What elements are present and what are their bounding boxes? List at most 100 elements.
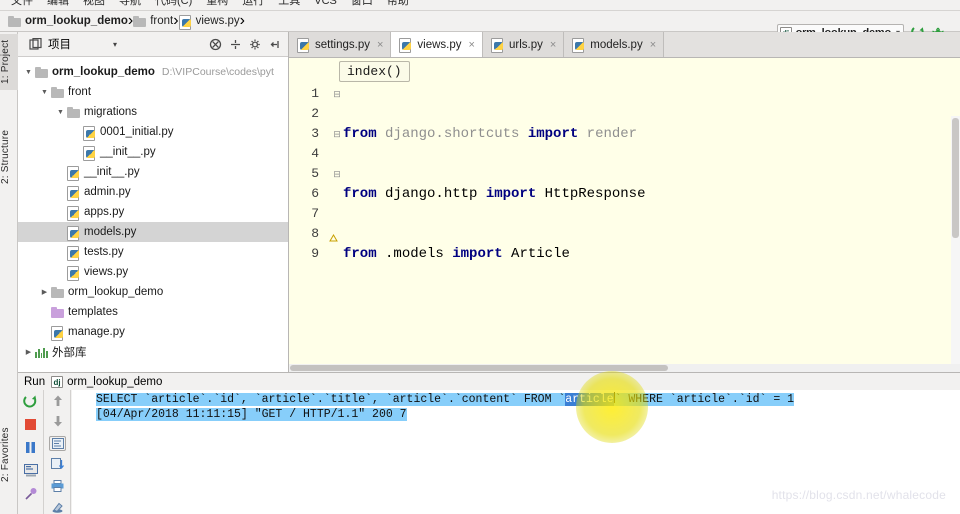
tree-item[interactable]: ▶ orm_lookup_demo [18,282,288,302]
python-file-icon [67,265,80,281]
tree-item[interactable]: ▼ orm_lookup_demo D:\VIPCourse\codes\pyt [18,62,288,82]
tree-item[interactable]: ▼ front [18,82,288,102]
tree-item-label: orm_lookup_demo [52,66,155,78]
tree-item[interactable]: apps.py [18,202,288,222]
sidebar-item-favorites[interactable]: 2: Favorites [0,422,18,488]
run-toolbar-left [18,390,44,514]
close-icon[interactable]: × [650,39,656,51]
tree-item[interactable]: __init__.py [18,142,288,162]
chevron-down-icon[interactable]: ▼ [38,89,51,96]
watermark: https://blog.csdn.net/whalecode [771,488,946,502]
close-icon[interactable]: × [469,39,475,51]
editor-tab[interactable]: views.py × [391,32,483,57]
tree-item[interactable]: 0001_initial.py [18,122,288,142]
breadcrumb-project[interactable]: orm_lookup_demo [8,15,128,27]
project-panel: 项目 ▾ ▼ orm_lookup_demo D:\VIPCourse\codes\… [18,32,289,372]
chevron-right-icon[interactable]: ▶ [22,348,35,356]
pin-icon[interactable] [22,485,39,502]
code-line-2: from django.http import HttpResponse [343,186,646,202]
tree-item-label: 外部库 [52,347,87,359]
tree-item-label: 0001_initial.py [100,126,174,138]
menu-item-tools[interactable]: 工具 [271,0,307,7]
scroll-from-source-icon[interactable] [228,37,243,52]
tree-item[interactable]: templates [18,302,288,322]
collapse-all-icon[interactable] [208,37,223,52]
soft-wrap-icon[interactable] [49,435,66,452]
menu-item-vcs[interactable]: VCS [307,0,344,7]
code-content[interactable]: from django.shortcuts import render from… [341,84,960,502]
stop-icon[interactable] [22,416,39,433]
breadcrumb-folder[interactable]: front [133,15,173,27]
scroll-down-icon[interactable] [49,414,66,429]
line-number: 8 [311,226,319,241]
run-tool-window-header: Run dj orm_lookup_demo [18,373,960,390]
menu-item-window[interactable]: 窗口 [344,0,380,7]
clear-all-icon[interactable] [49,500,66,514]
tree-item[interactable]: ▶ 外部库 [18,342,288,362]
code-line-1: from django.shortcuts import render [343,126,638,142]
code-fold-icon[interactable]: ⊟ [333,84,341,104]
menu-item-refactor[interactable]: 重构 [199,0,235,7]
tree-item[interactable]: ▼ migrations [18,102,288,122]
close-icon[interactable]: × [377,39,383,51]
run-config-name: orm_lookup_demo [67,375,163,388]
up-arrow-marker-icon [329,230,338,242]
chevron-down-icon[interactable]: ▼ [54,109,67,116]
console-icon[interactable] [22,462,39,479]
folder-icon [133,15,147,27]
menu-item-code[interactable]: 代码(C) [148,0,199,7]
editor-tab[interactable]: models.py × [564,32,665,57]
tree-item[interactable]: views.py [18,262,288,282]
folder-icon [8,15,21,27]
tree-item[interactable]: manage.py [18,322,288,342]
rerun-icon[interactable] [22,393,39,410]
close-icon[interactable]: × [550,39,556,51]
sidebar-item-project[interactable]: 1: Project [0,34,18,90]
tree-item-label: migrations [84,106,138,118]
breadcrumb-separator-3: › [239,12,245,29]
tree-item[interactable]: models.py [18,222,288,242]
scroll-to-end-icon[interactable] [49,457,66,472]
chevron-down-icon[interactable]: ▾ [113,40,117,49]
editor-horizontal-scrollbar[interactable] [289,364,960,372]
breadcrumb-file[interactable]: views.py [178,14,240,30]
python-file-icon [51,325,64,341]
folder-purple-icon [51,306,64,318]
tree-item[interactable]: __init__.py [18,162,288,182]
print-icon[interactable] [49,478,66,493]
code-fold-icon[interactable]: ⊟ [333,124,341,144]
code-fold-icon[interactable]: ⊟ [333,164,341,184]
tree-item-label: front [68,86,92,98]
menu-item-view[interactable]: 视图 [76,0,112,7]
console-line-request: [04/Apr/2018 11:11:15] "GET / HTTP/1.1" … [72,407,960,422]
library-icon [35,347,48,358]
folder-icon [35,66,48,78]
console-sql-table-selected: article [565,393,614,406]
editor-tab[interactable]: urls.py × [482,32,565,57]
chevron-down-icon[interactable]: ▼ [22,69,35,76]
editor-gutter[interactable]: ⊟ ⊟ ⊟ 1 2 3 4 5 6 7 8 9 [289,84,341,372]
code-editor[interactable]: index() ⊟ ⊟ ⊟ 1 2 3 4 5 6 7 8 9 from django.shor… [289,58,960,502]
django-icon: dj [51,375,64,388]
sidebar-item-structure[interactable]: 2: Structure [0,124,18,190]
tree-item-label: models.py [84,226,137,238]
scroll-up-icon[interactable] [49,393,66,408]
project-view-icon [28,37,43,52]
chevron-right-icon[interactable]: ▶ [38,288,51,296]
structure-breadcrumb-index[interactable]: index() [339,60,410,82]
python-file-icon [83,145,96,161]
python-file-icon [572,38,585,53]
menu-item-file[interactable]: 文件 [4,0,40,7]
pause-icon[interactable] [22,439,39,456]
breadcrumb-file-label: views.py [195,15,240,27]
tree-item[interactable]: admin.py [18,182,288,202]
settings-gear-icon[interactable] [248,37,263,52]
menu-item-help[interactable]: 帮助 [380,0,416,7]
editor-tab[interactable]: settings.py × [289,32,392,57]
line-number: 6 [311,186,319,201]
menu-item-edit[interactable]: 编辑 [40,0,76,7]
tree-item[interactable]: tests.py [18,242,288,262]
menu-item-navigate[interactable]: 导航 [112,0,148,7]
hide-panel-icon[interactable] [268,37,283,52]
menu-item-run[interactable]: 运行 [235,0,271,7]
